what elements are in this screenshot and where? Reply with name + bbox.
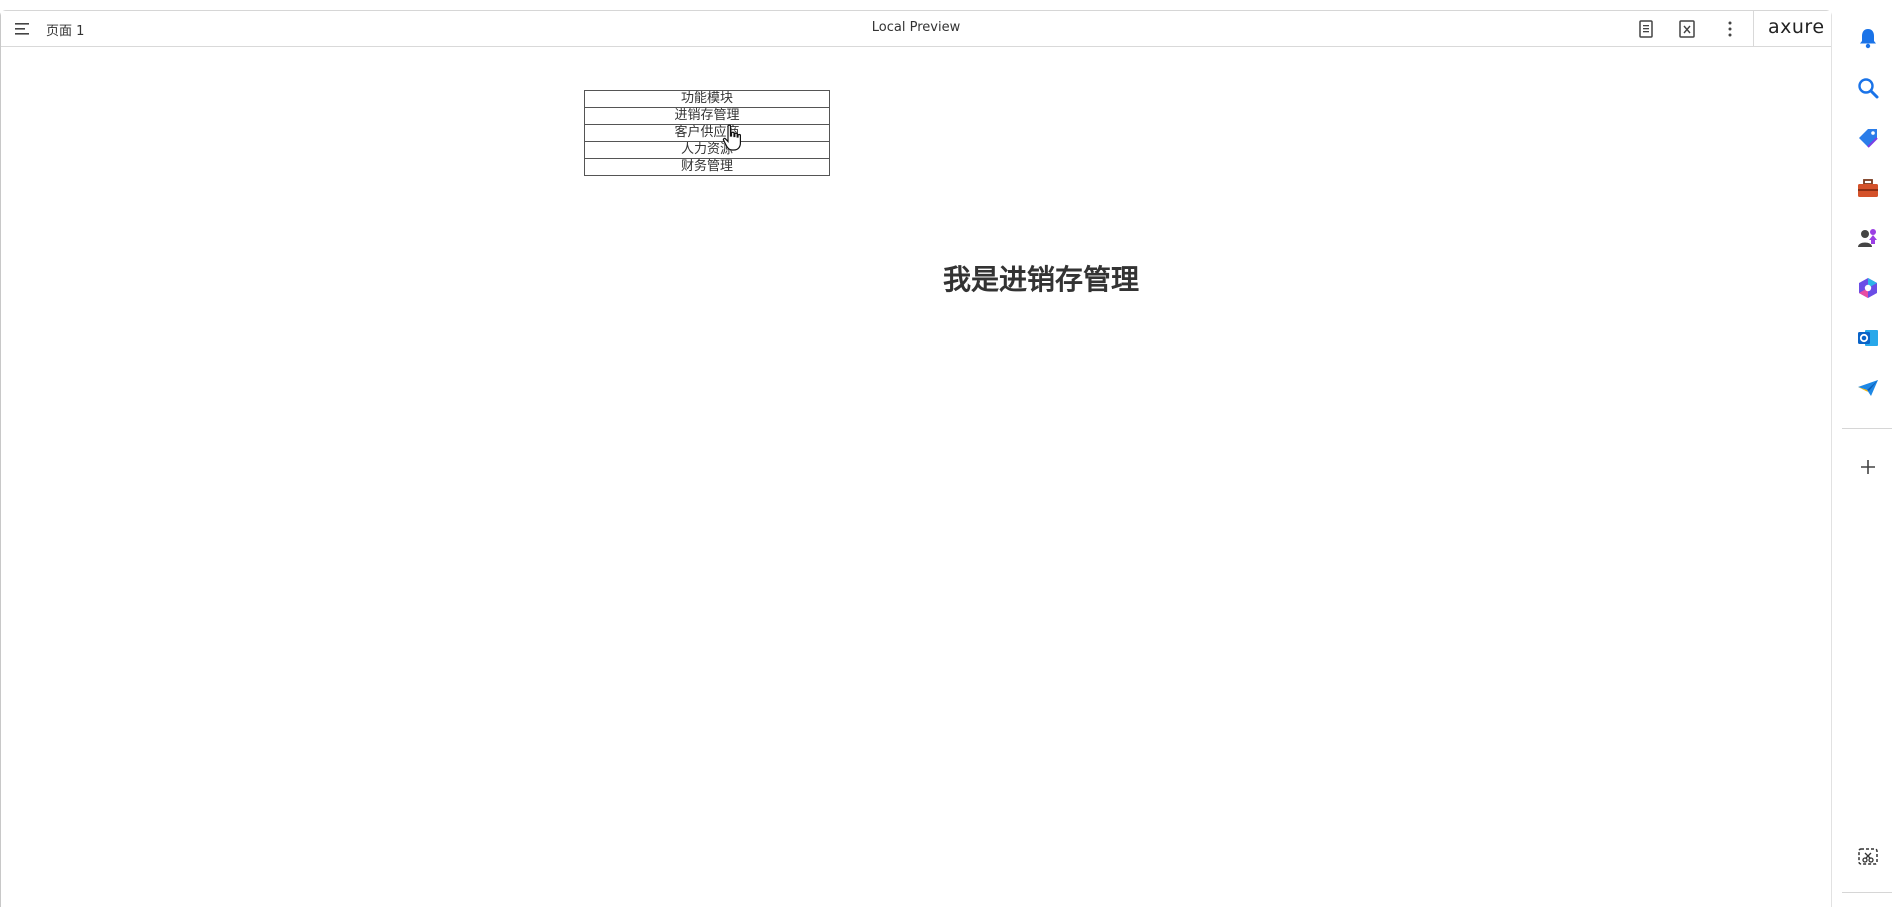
nav-item-finance[interactable]: 财务管理 [584,158,830,176]
axure-logo: axure [1768,16,1825,38]
nav-item-customer-supplier[interactable]: 客户供应商 [584,124,830,142]
content-heading: 我是进销存管理 [943,263,1140,296]
add-icon[interactable] [1856,455,1880,479]
sidebar-divider [1842,428,1892,429]
app-window: 页面 1 Local Preview axure 功能模块 进销存管理 客户供应… [0,0,1903,907]
sidebar-bottom-divider [1842,892,1892,893]
function-module-nav: 功能模块 进销存管理 客户供应商 人力资源 财务管理 [584,90,830,176]
tag-icon[interactable] [1856,126,1880,150]
notes-icon[interactable] [1635,18,1657,40]
top-toolbar: 页面 1 Local Preview axure [1,11,1831,47]
more-options-icon[interactable] [1719,18,1741,40]
preview-title: Local Preview [871,20,961,35]
preview-frame [0,10,1832,907]
nav-item-inventory[interactable]: 进销存管理 [584,107,830,125]
toolbar-divider [1753,11,1754,47]
copilot-icon[interactable] [1856,276,1880,300]
outlook-icon[interactable] [1856,326,1880,350]
right-sidebar [1832,0,1903,907]
nav-header-function-module: 功能模块 [584,90,830,108]
toolbox-icon[interactable] [1856,176,1880,200]
variables-icon[interactable] [1676,18,1698,40]
screenshot-icon[interactable] [1856,845,1880,869]
bell-icon[interactable] [1856,26,1880,50]
people-icon[interactable] [1856,226,1880,250]
send-icon[interactable] [1856,376,1880,400]
search-icon[interactable] [1856,76,1880,100]
nav-item-human-resources[interactable]: 人力资源 [584,141,830,159]
